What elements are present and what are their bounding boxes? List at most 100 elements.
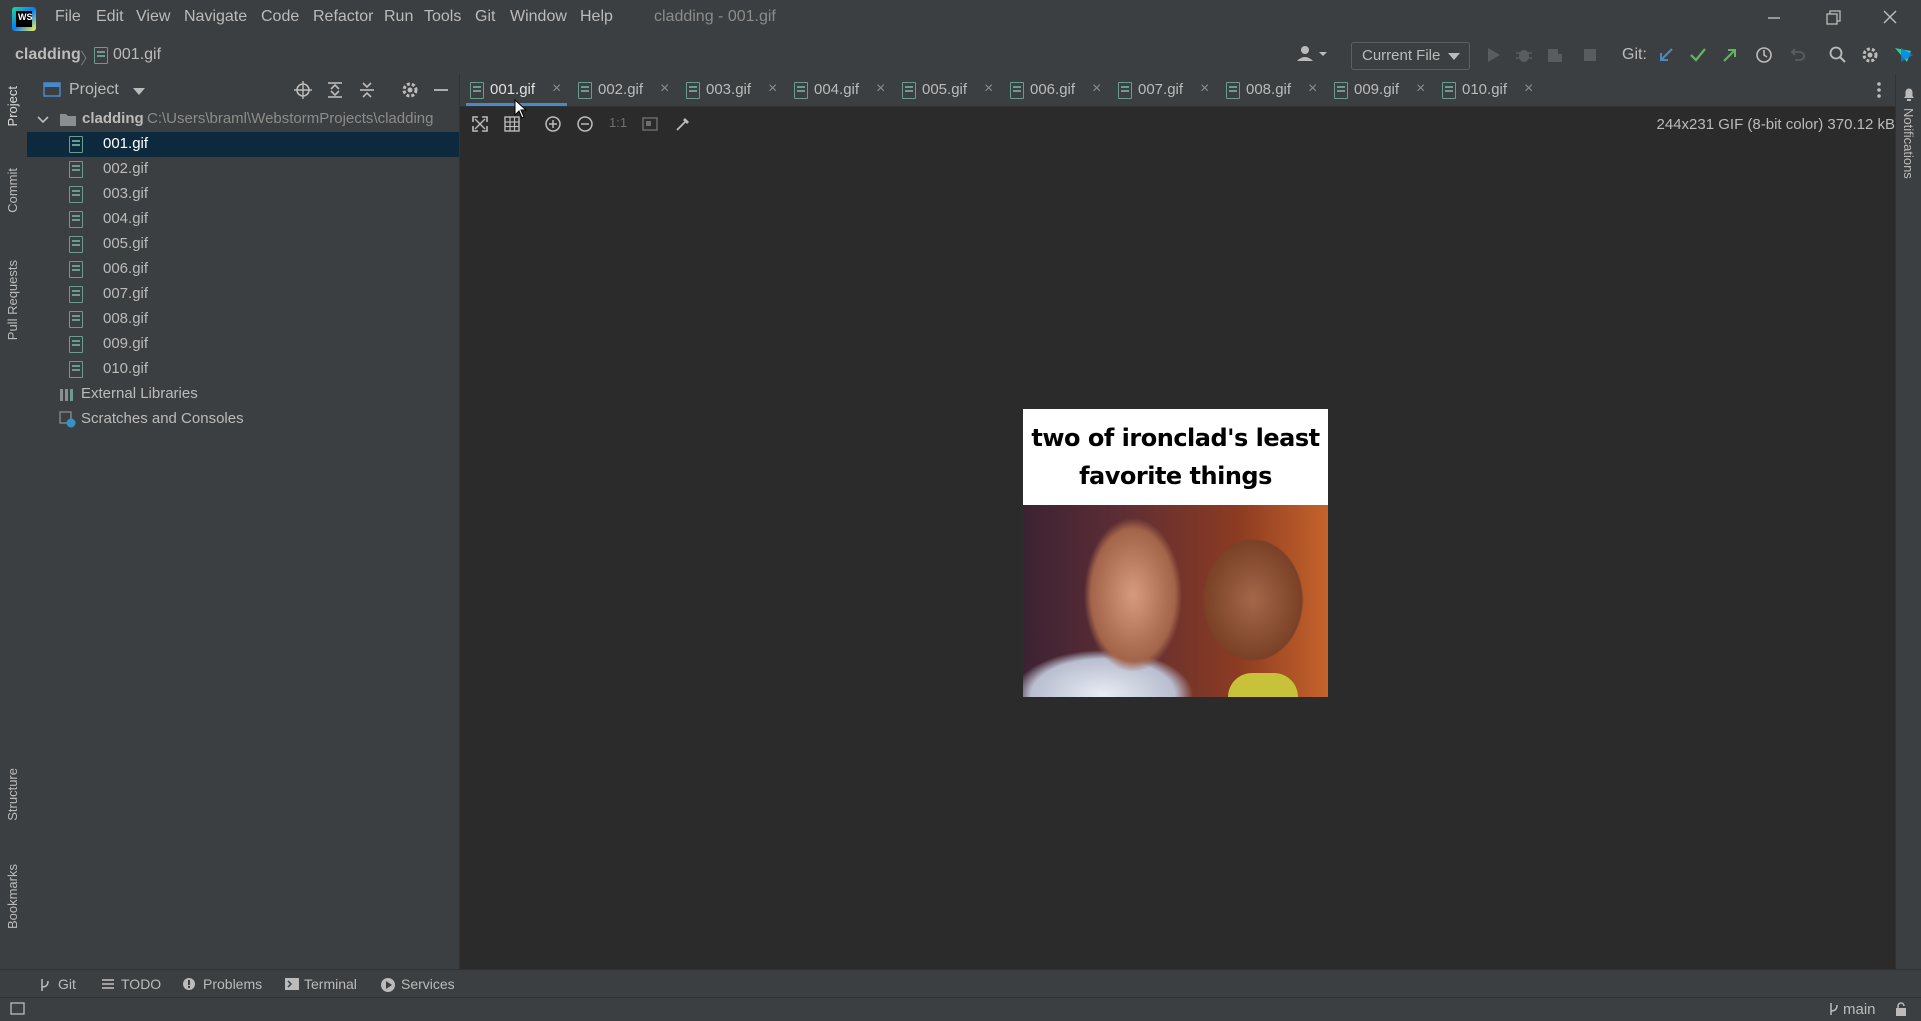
jetbrains-toolbox-button[interactable] [1893,45,1915,65]
menu-view[interactable]: View [136,8,170,26]
background-icon[interactable] [641,115,659,133]
menu-window[interactable]: Window [510,8,567,26]
gif-file-icon [794,82,808,99]
tool-tab-project[interactable]: Project [5,86,20,126]
tree-file-item[interactable]: 002.gif [27,157,459,182]
tree-external-libraries[interactable]: External Libraries [27,382,459,407]
lock-icon[interactable] [1893,1001,1909,1017]
menu-tools[interactable]: Tools [424,8,461,26]
color-picker-icon[interactable] [674,115,692,133]
gif-file-icon [578,82,592,99]
user-account-button[interactable] [1295,43,1331,65]
breadcrumb-file[interactable]: 001.gif [113,46,161,64]
tool-button-todo[interactable]: TODO [121,976,161,992]
tree-root-folder[interactable]: cladding C:\Users\braml\WebstormProjects… [27,107,459,132]
close-tab-icon[interactable]: × [552,80,561,98]
menu-navigate[interactable]: Navigate [184,8,247,26]
search-everywhere-button[interactable] [1828,45,1848,65]
editor-tab[interactable]: 007.gif × [1114,74,1215,106]
close-tab-icon[interactable]: × [1524,80,1533,98]
close-tab-icon[interactable]: × [1092,80,1101,98]
menu-file[interactable]: File [55,8,81,26]
editor-tab[interactable]: 006.gif × [1006,74,1107,106]
editor-tab[interactable]: 008.gif × [1222,74,1323,106]
tool-tab-pull-requests[interactable]: Pull Requests [5,260,20,340]
tool-button-problems[interactable]: Problems [203,976,262,992]
menu-edit[interactable]: Edit [96,8,124,26]
breadcrumb-root[interactable]: cladding [15,46,81,64]
tool-tab-structure[interactable]: Structure [5,768,20,821]
editor-tab[interactable]: 003.gif × [682,74,783,106]
tool-tab-commit[interactable]: Commit [5,168,20,213]
close-tab-icon[interactable]: × [1200,80,1209,98]
tree-file-name: 003.gif [103,185,149,202]
hide-panel-icon[interactable] [431,80,451,100]
left-tool-strip: Project Commit Pull Requests Structure B… [0,74,28,969]
tree-file-item[interactable]: 008.gif [27,307,459,332]
gif-file-icon [69,361,83,378]
close-tab-icon[interactable]: × [984,80,993,98]
tool-tab-bookmarks[interactable]: Bookmarks [5,864,20,929]
stop-button[interactable] [1580,45,1600,65]
tree-file-item[interactable]: 007.gif [27,282,459,307]
git-update-button[interactable] [1656,45,1676,65]
actual-size-button[interactable]: 1:1 [609,115,627,130]
run-configuration-select[interactable]: Current File [1351,42,1470,70]
minimize-button[interactable] [1760,6,1788,30]
git-history-button[interactable] [1754,45,1774,65]
menu-refactor[interactable]: Refactor [313,8,373,26]
close-tab-icon[interactable]: × [660,80,669,98]
expand-all-icon[interactable] [325,80,345,100]
tree-file-item[interactable]: 009.gif [27,332,459,357]
git-branch-widget[interactable]: main [1843,1001,1876,1018]
run-button[interactable] [1483,45,1503,65]
restore-button[interactable] [1818,6,1846,30]
project-panel-header: Project [27,74,459,104]
toggle-tool-windows-icon[interactable] [10,1002,26,1016]
image-photo [1023,505,1328,697]
editor-tab[interactable]: 010.gif × [1438,74,1539,106]
collapse-all-icon[interactable] [357,80,377,100]
menu-run[interactable]: Run [384,8,413,26]
gear-icon[interactable] [400,80,420,100]
tool-button-git[interactable]: Git [58,976,76,992]
locate-icon[interactable] [293,80,313,100]
fit-zoom-icon[interactable] [471,115,489,133]
chevron-down-icon[interactable] [133,88,145,95]
tree-file-item[interactable]: 010.gif [27,357,459,382]
zoom-in-icon[interactable] [544,115,562,133]
editor-tab[interactable]: 004.gif × [790,74,891,106]
editor-tab[interactable]: 002.gif × [574,74,675,106]
close-window-button[interactable] [1876,6,1904,30]
close-tab-icon[interactable]: × [1416,80,1425,98]
zoom-out-icon[interactable] [576,115,594,133]
menu-help[interactable]: Help [580,8,613,26]
debug-button[interactable] [1514,45,1534,65]
window-title: cladding - 001.gif [654,8,776,25]
tool-button-services[interactable]: Services [401,976,455,992]
tree-file-item[interactable]: 005.gif [27,232,459,257]
close-tab-icon[interactable]: × [876,80,885,98]
menu-git[interactable]: Git [475,8,495,26]
git-rollback-button[interactable] [1787,45,1807,65]
menu-code[interactable]: Code [261,8,299,26]
tool-tab-notifications[interactable]: Notifications [1901,108,1916,179]
editor-tab[interactable]: 005.gif × [898,74,999,106]
tree-file-item[interactable]: 006.gif [27,257,459,282]
tool-button-terminal[interactable]: Terminal [304,976,357,992]
git-commit-button[interactable] [1688,45,1708,65]
more-tabs-icon[interactable] [1871,81,1887,99]
close-tab-icon[interactable]: × [768,80,777,98]
close-tab-icon[interactable]: × [1308,80,1317,98]
tree-scratches[interactable]: Scratches and Consoles [27,407,459,432]
git-push-button[interactable] [1720,45,1740,65]
coverage-button[interactable] [1545,45,1565,65]
tree-file-item[interactable]: 004.gif [27,207,459,232]
chevron-down-icon[interactable] [37,115,49,125]
tree-file-item[interactable]: 003.gif [27,182,459,207]
tree-file-item[interactable]: 001.gif [27,132,459,157]
editor-tab[interactable]: 009.gif × [1330,74,1431,106]
project-view-selector[interactable]: Project [69,81,119,99]
settings-button[interactable] [1860,45,1880,65]
gif-preview-image: two of ironclad's least favorite things [1023,409,1328,697]
